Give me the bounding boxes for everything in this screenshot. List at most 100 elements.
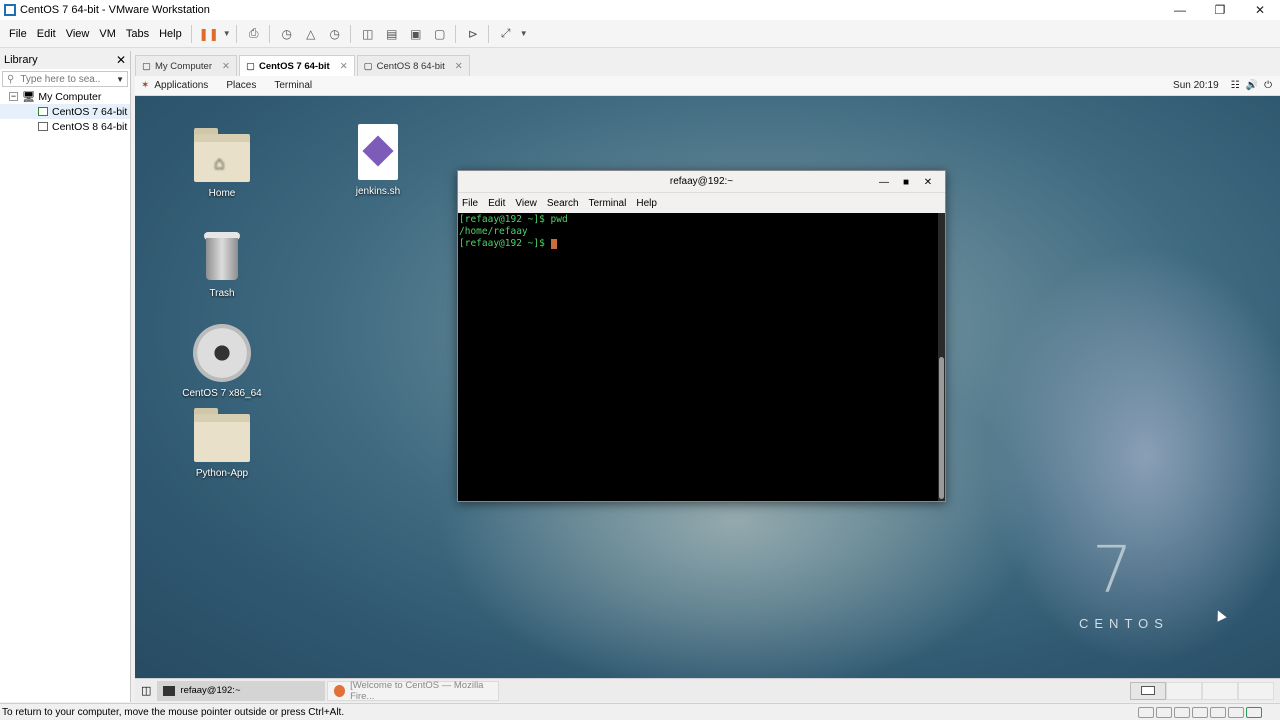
gnome-window-list: ◫ refaay@192:~ [Welcome to CentOS — Mozi… bbox=[135, 678, 1280, 702]
menu-tabs[interactable]: Tabs bbox=[121, 28, 154, 40]
applications-menu[interactable]: Applications bbox=[154, 80, 208, 91]
dvd-icon bbox=[193, 324, 251, 382]
desktop-icon-trash[interactable]: Trash bbox=[177, 228, 267, 299]
workspace-3[interactable] bbox=[1202, 681, 1238, 700]
message-icon[interactable] bbox=[1246, 707, 1262, 718]
tab-close-icon[interactable]: ✕ bbox=[222, 61, 230, 72]
sound-icon[interactable] bbox=[1210, 707, 1226, 718]
workspace-2[interactable] bbox=[1166, 681, 1202, 700]
stretch-dropdown-icon[interactable]: ▼ bbox=[519, 23, 529, 45]
restore-button[interactable]: ❐ bbox=[1200, 0, 1240, 20]
menu-file[interactable]: File bbox=[4, 28, 32, 40]
library-close-icon[interactable]: ✕ bbox=[116, 53, 126, 67]
terminal-menu[interactable]: Terminal bbox=[274, 80, 312, 91]
terminal-menu-search[interactable]: Search bbox=[547, 198, 579, 209]
volume-icon[interactable]: 🔊 bbox=[1246, 80, 1258, 91]
stretch-guest-icon[interactable]: ⤢ bbox=[495, 23, 517, 45]
terminal-minimize-button[interactable]: — bbox=[873, 177, 895, 188]
vm-tabs: ▢ My Computer ✕ ▢ CentOS 7 64-bit ✕ ▢ Ce… bbox=[135, 55, 1280, 77]
library-title: Library bbox=[4, 54, 38, 66]
tab-close-icon[interactable]: ✕ bbox=[340, 61, 348, 72]
workspace-switcher[interactable] bbox=[1130, 681, 1274, 700]
terminal-output[interactable]: [refaay@192 ~]$ pwd /home/refaay [refaay… bbox=[458, 213, 937, 501]
home-tab-icon: ▢ bbox=[142, 60, 151, 72]
desktop-icon-python-app[interactable]: Python-App bbox=[177, 408, 267, 479]
cd-icon[interactable] bbox=[1156, 707, 1172, 718]
vm-icon bbox=[38, 122, 48, 131]
clock[interactable]: Sun 20:19 bbox=[1173, 80, 1219, 91]
folder-icon bbox=[194, 408, 250, 462]
menu-edit[interactable]: Edit bbox=[32, 28, 61, 40]
applications-icon: ✶ bbox=[141, 80, 150, 91]
close-button[interactable]: ✕ bbox=[1240, 0, 1280, 20]
hdd-icon[interactable] bbox=[1138, 707, 1154, 718]
terminal-menu-file[interactable]: File bbox=[462, 198, 478, 209]
network-adapter-icon[interactable] bbox=[1174, 707, 1190, 718]
usb-icon[interactable] bbox=[1192, 707, 1208, 718]
desktop-icon-home[interactable]: ⌂ Home bbox=[177, 128, 267, 199]
terminal-maximize-button[interactable]: ■ bbox=[895, 177, 917, 188]
tree-item-centos7[interactable]: CentOS 7 64-bit bbox=[0, 104, 130, 119]
terminal-cursor bbox=[550, 238, 557, 249]
terminal-menu-terminal[interactable]: Terminal bbox=[589, 198, 627, 209]
terminal-scrollbar[interactable] bbox=[938, 213, 945, 501]
library-panel: Library ✕ ⚲ ▼ − 🖥 My Computer CentOS 7 6… bbox=[0, 51, 131, 702]
firefox-icon bbox=[334, 684, 346, 697]
desktop-icon-dvd[interactable]: CentOS 7 x86_64 bbox=[177, 324, 267, 399]
tab-my-computer[interactable]: ▢ My Computer ✕ bbox=[135, 55, 237, 76]
library-search[interactable]: ⚲ ▼ bbox=[2, 71, 128, 87]
window-title: CentOS 7 64-bit - VMware Workstation bbox=[20, 4, 210, 16]
collapse-icon[interactable]: − bbox=[9, 92, 18, 101]
show-desktop-icon[interactable]: ◫ bbox=[141, 684, 151, 697]
menu-vm[interactable]: VM bbox=[94, 28, 121, 40]
terminal-window[interactable]: refaay@192:~ — ■ ✕ File Edit View Search… bbox=[457, 170, 946, 502]
menu-bar: File Edit View VM Tabs Help ❚❚ ▼ ⎙ ◷ △ ◷… bbox=[0, 20, 1280, 48]
search-dropdown-icon[interactable]: ▼ bbox=[116, 75, 124, 84]
terminal-prompt-line: [refaay@192 ~]$ bbox=[459, 238, 936, 250]
terminal-close-button[interactable]: ✕ bbox=[917, 177, 939, 188]
tab-centos8[interactable]: ▢ CentOS 8 64-bit ✕ bbox=[356, 55, 470, 76]
pause-dropdown-icon[interactable]: ▼ bbox=[222, 23, 232, 45]
terminal-title-bar[interactable]: refaay@192:~ — ■ ✕ bbox=[458, 171, 945, 193]
tab-close-icon[interactable]: ✕ bbox=[455, 61, 463, 72]
task-terminal[interactable]: refaay@192:~ bbox=[157, 680, 326, 701]
full-screen-icon[interactable]: ▣ bbox=[405, 23, 427, 45]
vmware-app-icon bbox=[4, 4, 16, 16]
pause-icon[interactable]: ❚❚ bbox=[198, 23, 220, 45]
unity-icon[interactable]: ▢ bbox=[429, 23, 451, 45]
console-view-icon[interactable]: ⊳ bbox=[462, 23, 484, 45]
desktop-icon-jenkins[interactable]: jenkins.sh bbox=[333, 124, 423, 197]
tree-item-centos8[interactable]: CentOS 8 64-bit bbox=[0, 119, 130, 134]
tab-centos7[interactable]: ▢ CentOS 7 64-bit ✕ bbox=[238, 55, 355, 76]
vm-running-icon bbox=[38, 107, 48, 116]
places-menu[interactable]: Places bbox=[226, 80, 256, 91]
display-icon[interactable] bbox=[1228, 707, 1244, 718]
snapshot-manager-icon[interactable]: ◷ bbox=[324, 23, 346, 45]
terminal-menu-help[interactable]: Help bbox=[636, 198, 657, 209]
thumbnail-bar-icon[interactable]: ▤ bbox=[381, 23, 403, 45]
menu-view[interactable]: View bbox=[61, 28, 95, 40]
device-status-icons bbox=[1136, 707, 1262, 718]
menu-help[interactable]: Help bbox=[154, 28, 187, 40]
centos-logo-word: CENTOS bbox=[1079, 616, 1169, 631]
revert-snapshot-icon[interactable]: △ bbox=[300, 23, 322, 45]
show-library-icon[interactable]: ◫ bbox=[357, 23, 379, 45]
send-ctrl-alt-del-icon[interactable]: ⎙ bbox=[243, 23, 265, 45]
terminal-menu-edit[interactable]: Edit bbox=[488, 198, 505, 209]
workspace-4[interactable] bbox=[1238, 681, 1274, 700]
terminal-line: [refaay@192 ~]$ pwd bbox=[459, 214, 568, 225]
script-file-icon bbox=[358, 124, 398, 180]
terminal-title: refaay@192:~ bbox=[669, 176, 734, 187]
trash-icon bbox=[202, 228, 242, 282]
network-icon[interactable]: ☷ bbox=[1231, 80, 1240, 91]
library-search-input[interactable] bbox=[20, 73, 101, 85]
minimize-button[interactable]: — bbox=[1160, 0, 1200, 20]
snapshot-icon[interactable]: ◷ bbox=[276, 23, 298, 45]
tree-item-my-computer[interactable]: − 🖥 My Computer bbox=[0, 89, 130, 104]
task-firefox[interactable]: [Welcome to CentOS — Mozilla Fire... bbox=[327, 680, 500, 702]
workspace-1[interactable] bbox=[1130, 681, 1166, 700]
status-message: To return to your computer, move the mou… bbox=[2, 706, 345, 718]
terminal-menu-view[interactable]: View bbox=[515, 198, 537, 209]
library-tree: − 🖥 My Computer CentOS 7 64-bit CentOS 8… bbox=[0, 89, 130, 134]
power-icon[interactable]: ⏻ bbox=[1264, 80, 1272, 91]
